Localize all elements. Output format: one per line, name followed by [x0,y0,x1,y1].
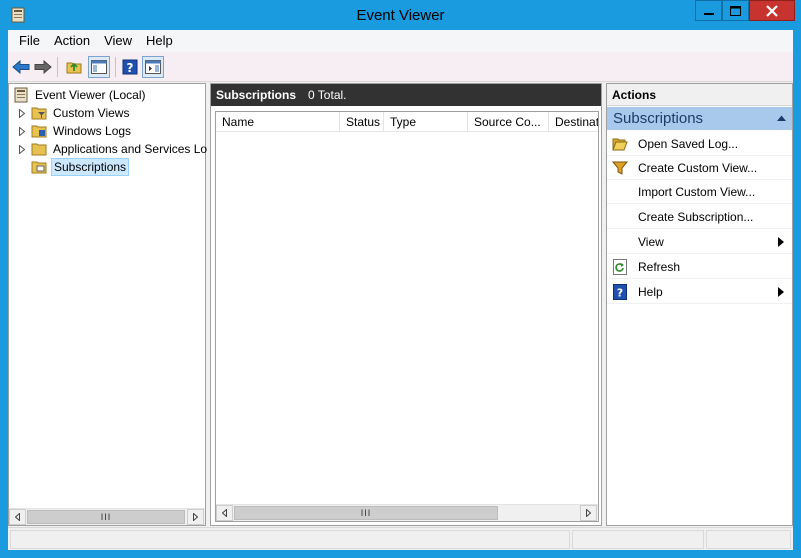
expand-arrow-icon[interactable] [17,144,27,154]
scroll-thumb[interactable]: III [234,506,498,520]
toolbar-separator [57,57,58,77]
results-header: Subscriptions 0 Total. [211,84,601,106]
app-window: Event Viewer File Action View Help ? Eve… [0,0,801,558]
action-import-custom-view[interactable]: Import Custom View... [607,180,792,204]
action-pane-icon [145,60,161,74]
toolbar-separator [115,57,116,77]
status-panel-tertiary [706,530,791,549]
scroll-left-button[interactable] [9,509,26,525]
results-title: Subscriptions [216,88,297,102]
svg-text:?: ? [127,61,134,75]
subscriptions-grid[interactable]: Name Status Type Source Co... Destinat I… [215,111,599,522]
results-count: 0 Total. [308,88,347,102]
svg-text:?: ? [617,286,623,299]
up-level-button[interactable] [63,56,85,78]
action-label: Refresh [638,259,681,274]
close-icon [766,4,778,17]
action-open-saved-log[interactable]: Open Saved Log... [607,132,792,156]
action-label: Create Custom View... [638,160,758,175]
status-panel-main [10,530,570,549]
toolbar: ? [8,52,793,82]
maximize-icon [730,5,741,16]
minimize-icon [703,12,714,15]
tree-item-applications-services[interactable]: Applications and Services Lo [17,140,209,158]
open-folder-icon [612,138,628,150]
action-label: Help [638,284,663,299]
folder-up-icon [66,62,82,74]
menu-help[interactable]: Help [139,30,180,52]
client-area: File Action View Help ? Event Viewer (Lo… [8,30,793,550]
forward-arrow-icon [34,60,52,74]
refresh-icon [613,258,627,275]
actions-pane: Actions Subscriptions Open Saved Log... … [606,83,793,526]
tree-item-custom-views[interactable]: Custom Views [17,104,131,122]
title-bar[interactable]: Event Viewer [0,0,801,30]
menu-action[interactable]: Action [47,30,97,52]
back-button[interactable] [10,56,32,78]
action-create-custom-view[interactable]: Create Custom View... [607,156,792,180]
tree-item-label: Windows Logs [53,124,132,138]
tree-item-label: Applications and Services Lo [53,142,208,156]
actions-section-subscriptions[interactable]: Subscriptions [607,107,792,130]
column-header-name[interactable]: Name [216,112,340,132]
expand-arrow-icon[interactable] [17,108,27,118]
action-refresh[interactable]: Refresh [607,255,792,279]
folder-log-icon [31,125,47,138]
submenu-arrow-icon [778,287,784,297]
actions-header: Actions [607,84,792,106]
action-label: Create Subscription... [638,209,754,224]
tree-horizontal-scrollbar[interactable]: III [9,508,205,525]
help-button[interactable]: ? [119,56,141,78]
grid-header: Name Status Type Source Co... Destinat [216,112,598,132]
window-title: Event Viewer [356,7,445,24]
action-label: Open Saved Log... [638,136,739,151]
show-hide-action-pane-button[interactable] [142,56,164,78]
folder-icon [31,143,47,156]
tree-item-label: Custom Views [53,106,130,120]
console-tree-pane: Event Viewer (Local) Custom Views Window… [8,83,209,526]
scroll-thumb[interactable]: III [27,510,185,524]
tree-item-windows-logs[interactable]: Windows Logs [17,122,133,140]
action-label: View [638,234,664,249]
help-icon: ? [122,59,138,75]
folder-filter-icon [31,107,47,120]
grid-horizontal-scrollbar[interactable]: III [216,504,598,521]
scroll-right-button[interactable] [187,509,204,525]
tree-root-label: Event Viewer (Local) [35,88,146,102]
column-header-source-computers[interactable]: Source Co... [468,112,549,132]
back-arrow-icon [12,60,30,74]
menu-bar: File Action View Help [8,30,793,52]
close-button[interactable] [749,0,795,21]
scroll-left-button[interactable] [216,505,233,521]
tree-root[interactable]: Event Viewer (Local) [13,86,148,104]
scroll-right-button[interactable] [580,505,597,521]
tree-item-subscriptions[interactable]: Subscriptions [31,158,130,176]
column-header-status[interactable]: Status [340,112,384,132]
actions-section-label: Subscriptions [613,110,704,127]
action-view[interactable]: View [607,230,792,254]
action-help[interactable]: ? Help [607,280,792,304]
minimize-button[interactable] [695,0,722,21]
column-header-destination[interactable]: Destinat [549,112,598,132]
results-pane: Subscriptions 0 Total. Name Status Type … [210,83,602,526]
show-hide-console-tree-button[interactable] [88,56,110,78]
help-icon: ? [613,283,627,300]
expand-arrow-icon[interactable] [17,126,27,136]
action-label: Import Custom View... [638,184,756,199]
menu-view[interactable]: View [97,30,139,52]
tree-item-label: Subscriptions [51,158,130,176]
filter-icon [612,161,628,175]
event-viewer-icon [14,87,28,103]
console-tree-icon [91,60,107,74]
submenu-arrow-icon [778,237,784,247]
subscriptions-icon [31,161,47,174]
action-create-subscription[interactable]: Create Subscription... [607,205,792,229]
maximize-button[interactable] [722,0,749,21]
collapse-icon[interactable] [777,115,786,121]
menu-file[interactable]: File [8,30,47,52]
forward-button[interactable] [32,56,54,78]
status-panel-secondary [572,530,704,549]
column-header-type[interactable]: Type [384,112,468,132]
status-bar [8,527,793,550]
